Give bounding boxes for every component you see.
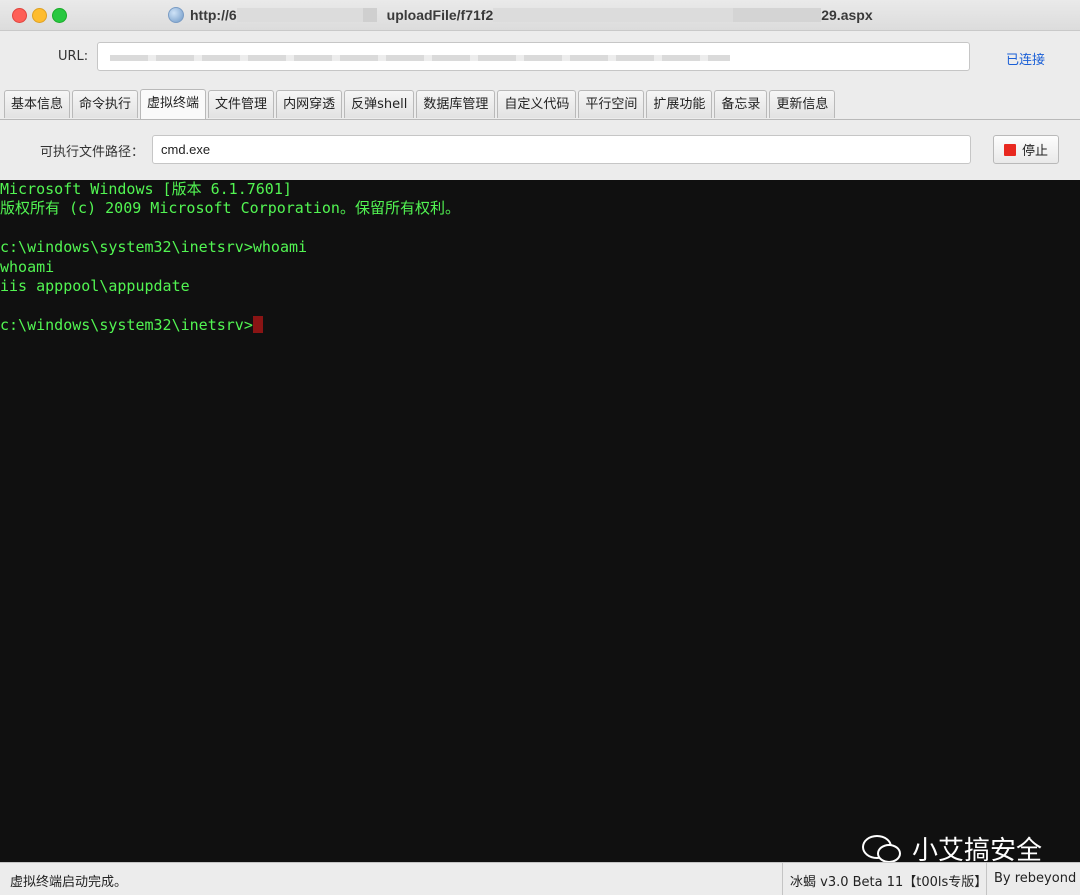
status-bar: 虚拟终端启动完成。 冰蝎 v3.0 Beta 11【t00ls专版】 By re…: [0, 862, 1080, 895]
status-message: 虚拟终端启动完成。: [10, 875, 128, 890]
stop-button-label: 停止: [1021, 144, 1048, 159]
window-title: http://6 uploadFile/f71f2 29.aspx: [168, 5, 873, 25]
stop-button[interactable]: 停止: [993, 135, 1059, 164]
redacted-block: [362, 8, 377, 22]
globe-icon: [168, 7, 184, 23]
url-input[interactable]: [97, 42, 970, 71]
maximize-window-button[interactable]: [52, 8, 67, 23]
tab-4[interactable]: 内网穿透: [276, 90, 343, 118]
minimize-window-button[interactable]: [32, 8, 47, 23]
wechat-icon: [862, 833, 904, 862]
terminal-prompt-line: c:\windows\system32\inetsrv>: [0, 315, 1080, 335]
tab-0[interactable]: 基本信息: [4, 90, 71, 118]
tab-6[interactable]: 数据库管理: [416, 90, 496, 118]
tab-8[interactable]: 平行空间: [578, 90, 645, 118]
tab-10[interactable]: 备忘录: [714, 90, 768, 118]
terminal-area[interactable]: Microsoft Windows [版本 6.1.7601] 版权所有 (c)…: [0, 180, 1080, 862]
app-window: http://6 uploadFile/f71f2 29.aspx URL: 已…: [0, 0, 1080, 895]
terminal-line: iis apppool\appupdate: [0, 276, 190, 295]
window-title-mid: uploadFile/f71f2: [386, 7, 494, 23]
executable-path-input[interactable]: cmd.exe: [152, 135, 971, 164]
terminal-line: Microsoft Windows [版本 6.1.7601]: [0, 180, 292, 198]
tab-9[interactable]: 扩展功能: [646, 90, 713, 118]
terminal-line: 版权所有 (c) 2009 Microsoft Corporation。保留所有…: [0, 199, 460, 218]
redacted-block: [493, 8, 734, 22]
terminal-prompt: c:\windows\system32\inetsrv>: [0, 315, 253, 334]
tab-bar: 基本信息 命令执行 虚拟终端 文件管理 内网穿透 反弹shell 数据库管理 自定义代码 平行空…: [4, 89, 837, 120]
executable-path-label: 可执行文件路径：: [40, 145, 145, 160]
terminal-line: c:\windows\system32\inetsrv>whoami: [0, 238, 308, 257]
redacted-block: [733, 8, 822, 22]
tab-2[interactable]: 虚拟终端: [140, 89, 207, 119]
close-window-button[interactable]: [12, 8, 27, 23]
url-row: URL: 已连接: [0, 31, 1080, 86]
redacted-url: [110, 55, 730, 61]
terminal-line: whoami: [0, 257, 55, 276]
tab-11[interactable]: 更新信息: [769, 90, 836, 118]
terminal-options-row: 可执行文件路径： cmd.exe 停止: [0, 120, 1080, 179]
url-label: URL:: [58, 49, 89, 64]
watermark-text: 小艾搞安全: [912, 836, 1043, 862]
terminal-cursor: [252, 315, 263, 333]
window-title-suffix: 29.aspx: [821, 7, 873, 23]
status-divider: [986, 863, 987, 895]
title-bar: http://6 uploadFile/f71f2 29.aspx: [0, 0, 1080, 31]
watermark: 小艾搞安全: [862, 830, 1042, 862]
connection-status: 已连接: [1006, 53, 1046, 68]
status-divider: [782, 863, 783, 895]
redacted-block: [236, 8, 363, 22]
tab-5[interactable]: 反弹shell: [344, 90, 415, 118]
tab-1[interactable]: 命令执行: [72, 90, 139, 118]
tab-7[interactable]: 自定义代码: [497, 90, 577, 118]
version-info: 冰蝎 v3.0 Beta 11【t00ls专版】: [790, 875, 988, 890]
window-title-prefix: http://6: [190, 7, 237, 23]
stop-icon: [1003, 143, 1016, 156]
tab-3[interactable]: 文件管理: [208, 90, 275, 118]
author-info: By rebeyond: [994, 871, 1077, 886]
